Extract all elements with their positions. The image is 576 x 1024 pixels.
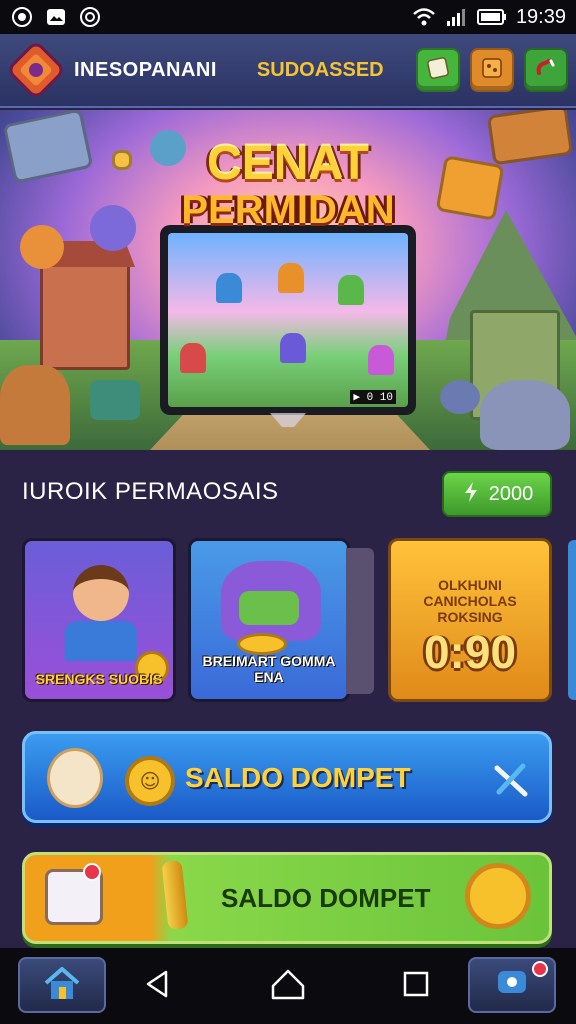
coin-icon	[237, 633, 287, 655]
notification-badge	[532, 961, 548, 977]
hero-character	[0, 365, 70, 445]
gold-bar-icon	[161, 860, 189, 930]
reward-card-peek	[346, 548, 374, 694]
preview-character	[338, 275, 364, 305]
signal-icon	[444, 5, 468, 29]
preview-character	[368, 345, 394, 375]
app-header: INESOPANANI SUDOASSED	[0, 34, 576, 108]
coin-balance-button[interactable]: 2000	[442, 471, 552, 517]
whatsapp-icon	[10, 5, 34, 29]
preview-character	[280, 333, 306, 363]
tools-icon	[491, 760, 531, 800]
chat-icon	[495, 967, 529, 1003]
back-icon	[144, 969, 172, 1003]
notification-dot	[83, 863, 101, 881]
app-subtitle: SUDOASSED	[256, 58, 384, 81]
screen-stand	[270, 413, 306, 427]
wallet-balance-label: SALDO DOMPET	[221, 883, 431, 913]
back-button[interactable]	[140, 968, 176, 1004]
reward-card[interactable]: OLKHUNI CANICHOLAS ROKSING 0:90	[388, 538, 552, 702]
hero-building-left	[35, 241, 135, 370]
hero-title-line2: PERMIDAN	[181, 188, 395, 232]
wallet-balance-button[interactable]: ☺ SALDO DOMPET	[22, 731, 552, 823]
medal-icon	[465, 863, 531, 929]
box-icon	[479, 55, 505, 85]
hero-title: CENAT PERMIDAN	[0, 137, 576, 232]
wallet-balance-button-secondary[interactable]: SALDO DOMPET	[22, 852, 552, 944]
card-button[interactable]	[416, 48, 460, 92]
wifi-icon	[412, 5, 436, 29]
home-nav-button[interactable]	[270, 968, 306, 1004]
preview-character	[216, 273, 242, 303]
link-button[interactable]	[524, 48, 568, 92]
gallery-icon	[44, 5, 68, 29]
hero-character	[440, 380, 480, 414]
battery-icon	[476, 5, 508, 29]
hero-character	[20, 225, 64, 269]
rewards-section-title: IUROIK PERMAOSAIS	[22, 478, 279, 505]
status-bar: 19:39	[0, 0, 576, 34]
wallet-balance-label: SALDO DOMPET	[185, 762, 411, 793]
reward-card[interactable]: BREIMART GOMMA ENA	[188, 538, 350, 702]
app-logo[interactable]	[8, 42, 64, 98]
card-character	[73, 565, 129, 621]
hero-chest	[90, 380, 140, 420]
hero-title-line1: CENAT	[207, 137, 369, 190]
coin-balance-value: 2000	[488, 482, 534, 505]
reward-card-label: BREIMART GOMMA ENA	[202, 652, 336, 685]
hero-banner[interactable]: ▶ 0 10 CENAT PERMIDAN	[0, 110, 576, 450]
mascot-icon	[47, 748, 103, 808]
status-time: 19:39	[515, 5, 566, 28]
link-icon	[533, 55, 559, 85]
preview-character	[180, 343, 206, 373]
recent-apps-icon	[402, 970, 430, 1002]
recent-apps-button[interactable]	[398, 968, 434, 1004]
box-button[interactable]	[470, 48, 514, 92]
bottom-navigation	[0, 948, 576, 1024]
chat-button[interactable]	[468, 957, 556, 1013]
reward-card-timer: 0:90	[423, 626, 517, 678]
game-preview-screen[interactable]: ▶ 0 10	[160, 225, 416, 415]
reward-card[interactable]: SRENGKS SUOBIS	[22, 538, 176, 702]
reward-card-label: OLKHUNI CANICHOLAS ROKSING	[423, 577, 517, 626]
home-button[interactable]	[18, 957, 106, 1013]
card-icon	[425, 55, 451, 85]
preview-badge: ▶ 0 10	[350, 390, 396, 404]
home-icon	[42, 965, 82, 1005]
app-title: INESOPANANI	[74, 58, 217, 81]
coin-icon: ☺	[125, 756, 175, 806]
reward-card-label: SRENGKS SUOBIS	[35, 670, 163, 687]
preview-character	[278, 263, 304, 293]
home-circle-icon	[270, 968, 306, 1004]
bolt-icon	[461, 481, 481, 507]
hero-character	[480, 380, 570, 450]
reward-card-peek	[568, 540, 576, 700]
notification-icon	[78, 5, 102, 29]
